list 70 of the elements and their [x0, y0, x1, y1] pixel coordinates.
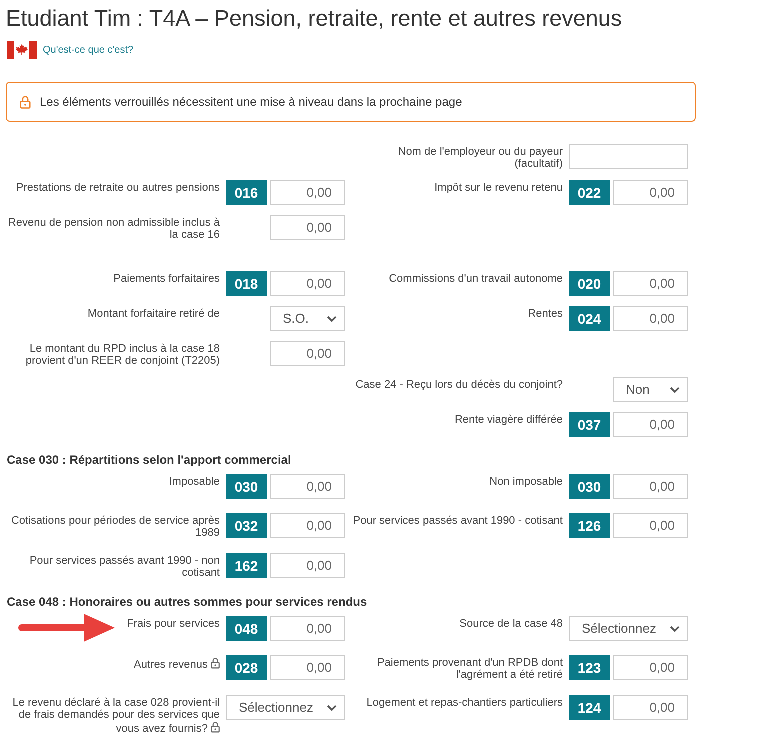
box-number: 037 [569, 412, 610, 437]
amount-field[interactable]: 0,00 [270, 271, 345, 296]
lock-icon [20, 95, 31, 109]
amount-field[interactable]: 0,00 [613, 655, 688, 680]
field-label: Autres revenus [134, 659, 208, 671]
field-label: Le montant du RPD inclus à la case 18 provient d'un REER de conjoint (T2205) [26, 343, 220, 367]
dropdown[interactable]: Sélectionnez [226, 695, 345, 720]
section-heading: Case 030 : Répartitions selon l'apport commercial [7, 453, 292, 467]
amount-field[interactable]: 0,00 [613, 306, 688, 331]
field-label: Prestations de retraite ou autres pensions [16, 182, 220, 194]
box-number: 030 [226, 474, 267, 499]
amount-field[interactable]: 0,00 [613, 474, 688, 499]
amount-field[interactable]: 0,00 [613, 271, 688, 296]
field-label: Le revenu déclaré à la case 028 provient-il de frais demandés pour des services que vous avez fournis? [12, 697, 220, 735]
field-label: Montant forfaitaire retiré de [88, 308, 220, 320]
box-number: 124 [569, 695, 610, 720]
field-label: Pour services passés avant 1990 - non cotisant [30, 555, 220, 579]
box-number: 030 [569, 474, 610, 499]
field-label: Source de la case 48 [460, 618, 563, 630]
chevron-down-icon [670, 386, 680, 392]
amount-field[interactable]: 0,00 [613, 695, 688, 720]
box-number: 126 [569, 513, 610, 538]
dropdown[interactable]: Sélectionnez [569, 616, 688, 641]
amount-field[interactable]: 0,00 [270, 215, 345, 240]
field-label: Rente viagère différée [454, 414, 563, 426]
field-label: Pour services passés avant 1990 - cotisant [353, 515, 563, 527]
field-label: Cotisations pour périodes de service après 1989 [11, 515, 220, 539]
field-label: Paiements provenant d'un RPDB dont l'agrément a été retiré [377, 657, 563, 681]
amount-field[interactable]: 0,00 [270, 474, 345, 499]
amount-field[interactable]: 0,00 [270, 655, 345, 680]
box-number: 018 [226, 271, 267, 296]
field-label: Logement et repas-chantiers particuliers [366, 697, 563, 709]
amount-field[interactable]: 0,00 [270, 513, 345, 538]
dropdown[interactable]: Non [613, 377, 688, 402]
field-label: Paiements forfaitaires [114, 273, 220, 285]
field-label: Imposable [169, 476, 220, 488]
field-label: Frais pour services [127, 618, 220, 630]
field-label: Non imposable [490, 476, 563, 488]
box-number: 016 [226, 180, 267, 205]
box-number: 032 [226, 513, 267, 538]
box-number: 024 [569, 306, 610, 331]
chevron-down-icon [327, 704, 337, 710]
box-number: 123 [569, 655, 610, 680]
dropdown[interactable]: S.O. [270, 306, 345, 331]
field-label: Nom de l'employeur ou du payeur (facultatif) [398, 146, 563, 170]
box-number: 028 [226, 655, 267, 680]
maple-leaf-flag-icon [7, 41, 37, 59]
field-label: Case 24 - Reçu lors du décès du conjoint? [356, 379, 563, 391]
chevron-down-icon [670, 626, 680, 632]
field-label: Commissions d'un travail autonome [389, 273, 563, 285]
chevron-down-icon [327, 316, 337, 322]
notice-text: Les éléments verrouillés nécessitent une mise à niveau dans la prochaine page [40, 95, 462, 109]
amount-field[interactable]: 0,00 [613, 180, 688, 205]
field-label: Revenu de pension non admissible inclus à la case 16 [8, 217, 220, 241]
box-number: 022 [569, 180, 610, 205]
page-title: Etudiant Tim : T4A – Pension, retraite, rente et autres revenus [5, 5, 624, 33]
amount-field[interactable]: 0,00 [270, 616, 345, 641]
section-heading: Case 048 : Honoraires ou autres sommes pour services rendus [7, 595, 368, 609]
box-number: 048 [226, 616, 267, 641]
amount-field[interactable]: 0,00 [613, 513, 688, 538]
amount-field[interactable]: 0,00 [270, 553, 345, 578]
amount-field[interactable]: 0,00 [270, 180, 345, 205]
field-label: Impôt sur le revenu retenu [434, 182, 563, 194]
text-field[interactable] [569, 144, 688, 169]
amount-field[interactable]: 0,00 [270, 341, 345, 366]
amount-field[interactable]: 0,00 [613, 412, 688, 437]
field-label: Rentes [528, 308, 563, 320]
box-number: 162 [226, 553, 267, 578]
help-link[interactable]: Qu'est-ce que c'est? [43, 44, 134, 56]
box-number: 020 [569, 271, 610, 296]
